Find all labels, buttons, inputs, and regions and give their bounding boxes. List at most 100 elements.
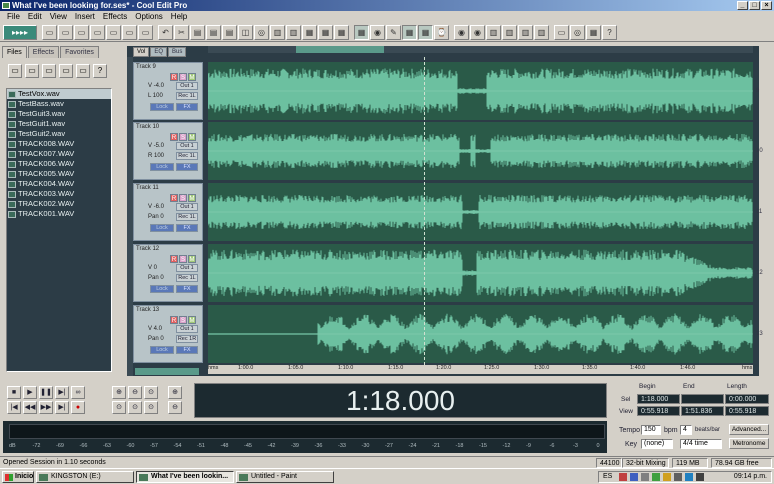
track-name[interactable]: Track 12 — [136, 246, 159, 252]
record-arm-button[interactable]: R — [170, 316, 178, 324]
open-icon[interactable]: ▭ — [58, 24, 73, 40]
task-cool-edit[interactable]: What I've been lookin... — [136, 471, 234, 483]
edit-file-icon[interactable]: ▭ — [59, 64, 73, 78]
fx-button[interactable]: FX — [176, 346, 198, 354]
track-name[interactable]: Track 9 — [136, 64, 156, 70]
menu-insert[interactable]: Insert — [71, 11, 99, 23]
play-to-end-icon[interactable]: ▶| — [55, 386, 69, 399]
tab-favorites[interactable]: Favorites — [60, 46, 99, 58]
play-icon[interactable]: ▶ — [23, 386, 37, 399]
record-icon[interactable]: ● — [71, 401, 85, 414]
record-input-button[interactable]: Rec 1L — [176, 274, 198, 282]
output-button[interactable]: Out 1 — [176, 264, 198, 272]
track-waveform[interactable] — [208, 305, 753, 363]
solo-button[interactable]: S — [179, 73, 187, 81]
reverb-icon[interactable]: ▥ — [486, 24, 501, 40]
rewind-icon[interactable]: ◀◀ — [23, 401, 37, 414]
tray-icon[interactable] — [630, 473, 638, 481]
output-button[interactable]: Out 1 — [176, 203, 198, 211]
key-select[interactable]: (none) — [641, 439, 673, 449]
playhead-cursor[interactable] — [424, 57, 425, 365]
close-file-icon[interactable]: ▭ — [122, 24, 137, 40]
zoom-selection-icon[interactable]: ⊙ — [144, 401, 158, 414]
horizontal-scrollbar[interactable] — [208, 46, 753, 53]
zoom-left-icon[interactable]: ⊙ — [112, 401, 126, 414]
close-file-icon[interactable]: ▭ — [42, 64, 56, 78]
zoom-in-vertical-icon[interactable]: ⊕ — [168, 386, 182, 399]
tray-icon[interactable] — [663, 473, 671, 481]
metronome-button[interactable]: Metronome — [729, 438, 769, 449]
zoom-out-icon[interactable]: ⊖ — [128, 386, 142, 399]
track-volume[interactable]: V -5.0 — [148, 143, 164, 149]
fx-button[interactable]: FX — [176, 163, 198, 171]
tab-eq[interactable]: EQ — [150, 47, 168, 57]
mute-button[interactable]: M — [188, 194, 196, 202]
fast-forward-icon[interactable]: ▶▶ — [39, 401, 53, 414]
track-name[interactable]: Track 10 — [136, 124, 159, 130]
sel-begin-field[interactable]: 1:18.000 — [637, 394, 680, 404]
edit-tool-icon[interactable]: ✎ — [386, 24, 401, 40]
solo-button[interactable]: S — [179, 133, 187, 141]
lock-button[interactable]: Lock — [150, 224, 174, 232]
menu-options[interactable]: Options — [131, 11, 167, 23]
record-arm-button[interactable]: R — [170, 194, 178, 202]
track-waveform[interactable] — [208, 122, 753, 180]
cd-icon[interactable]: ◎ — [254, 24, 269, 40]
go-to-end-icon[interactable]: ▶| — [55, 401, 69, 414]
task-paint[interactable]: Untitled - Paint — [236, 471, 334, 483]
fx-button[interactable]: FX — [176, 103, 198, 111]
tab-vol[interactable]: Vol — [133, 47, 150, 57]
solo-button[interactable]: S — [179, 316, 187, 324]
track-pan[interactable]: L 100 — [148, 93, 163, 99]
mute-button[interactable]: M — [188, 133, 196, 141]
view-begin-field[interactable]: 0:55.918 — [637, 406, 680, 416]
list-item[interactable]: TestGuit2.wav — [7, 129, 111, 139]
track-volume[interactable]: V -6.0 — [148, 204, 164, 210]
zoom-right-icon[interactable]: ⊙ — [128, 401, 142, 414]
insert-icon[interactable]: ▭ — [138, 24, 153, 40]
lock-button[interactable]: Lock — [150, 346, 174, 354]
sel-length-field[interactable]: 0:00.000 — [725, 394, 769, 404]
track-pan[interactable]: Pan 0 — [148, 275, 164, 281]
menu-edit[interactable]: Edit — [24, 11, 46, 23]
record-arm-button[interactable]: R — [170, 133, 178, 141]
tab-bus[interactable]: Bus — [168, 47, 187, 57]
maximize-button[interactable]: □ — [749, 1, 760, 10]
list-item[interactable]: TRACK006.WAV — [7, 159, 111, 169]
speaker-icon[interactable] — [674, 473, 682, 481]
filter-icon[interactable]: ▥ — [534, 24, 549, 40]
list-item[interactable]: TRACK008.WAV — [7, 139, 111, 149]
cd-player-icon[interactable]: ◎ — [570, 24, 585, 40]
track-name[interactable]: Track 11 — [136, 185, 159, 191]
menu-view[interactable]: View — [46, 11, 71, 23]
track-scroll-thumb[interactable] — [135, 368, 199, 375]
zoom-full-icon[interactable]: ⊙ — [144, 386, 158, 399]
delay-icon[interactable]: ▥ — [518, 24, 533, 40]
eq-icon[interactable]: ▥ — [502, 24, 517, 40]
menu-effects[interactable]: Effects — [99, 11, 131, 23]
save-all-icon[interactable]: ▭ — [106, 24, 121, 40]
track-volume[interactable]: V -4.0 — [148, 83, 164, 89]
insert-file-icon[interactable]: ▭ — [76, 64, 90, 78]
group-icon[interactable]: ▦ — [334, 24, 349, 40]
envelope-tool-icon[interactable]: ▦ — [418, 24, 433, 40]
track-pan[interactable]: Pan 0 — [148, 336, 164, 342]
lock-button[interactable]: Lock — [150, 103, 174, 111]
track-name[interactable]: Track 13 — [136, 307, 159, 313]
new-icon[interactable]: ▭ — [42, 24, 57, 40]
metronome-icon[interactable]: ▦ — [302, 24, 317, 40]
sel-end-field[interactable] — [681, 394, 724, 404]
grid-icon[interactable]: ▦ — [354, 24, 369, 40]
solo-button[interactable]: S — [179, 255, 187, 263]
list-item[interactable]: TestVox.wav — [7, 89, 111, 99]
advanced-button[interactable]: Advanced... — [729, 424, 769, 435]
tempo-input[interactable]: 150 — [641, 425, 661, 435]
tab-files[interactable]: Files — [2, 46, 27, 58]
save-icon[interactable]: ▭ — [90, 24, 105, 40]
tray-icon[interactable] — [685, 473, 693, 481]
track-pan[interactable]: R 100 — [148, 153, 164, 159]
paste-icon[interactable]: ▤ — [206, 24, 221, 40]
list-item[interactable]: TRACK002.WAV — [7, 199, 111, 209]
video-icon[interactable]: ▭ — [554, 24, 569, 40]
pause-icon[interactable]: ❚❚ — [39, 386, 53, 399]
